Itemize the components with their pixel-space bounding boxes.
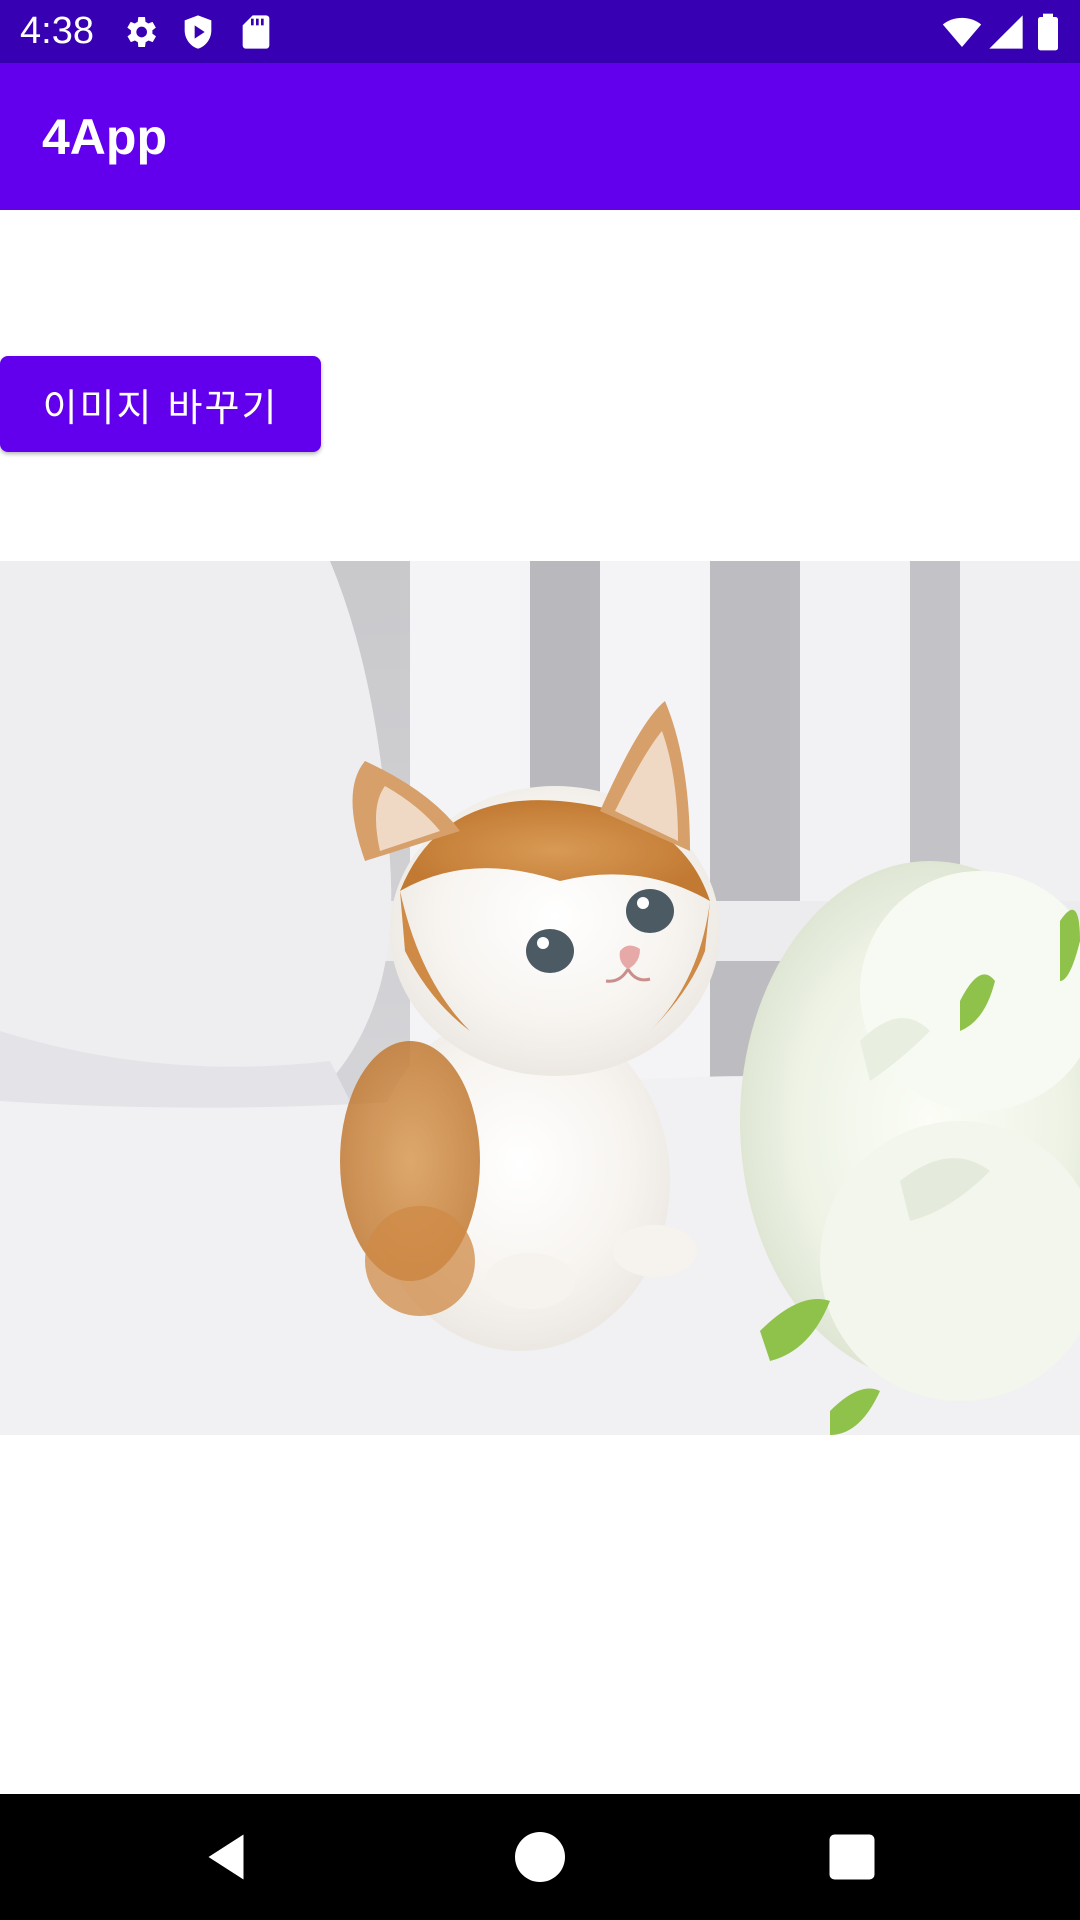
settings-gear-icon	[127, 17, 156, 47]
change-image-button[interactable]: 이미지 바꾸기	[0, 356, 321, 452]
status-time: 4:38	[20, 10, 94, 52]
battery-icon	[1038, 13, 1058, 51]
kitten-photo	[0, 561, 1080, 1435]
cell-signal-icon	[989, 15, 1023, 49]
wifi-icon	[942, 17, 982, 47]
kitten-illustration	[0, 561, 1080, 1435]
recents-icon[interactable]	[822, 1827, 882, 1887]
sd-card-icon	[242, 15, 270, 49]
back-icon[interactable]	[196, 1827, 256, 1887]
app-title: 4App	[42, 109, 167, 165]
home-icon[interactable]	[510, 1827, 570, 1887]
app-bar: 4App	[0, 63, 1080, 210]
status-bar: 4:38	[0, 0, 1080, 63]
main-content: 이미지 바꾸기	[0, 210, 1080, 1794]
navigation-bar	[0, 1794, 1080, 1920]
play-protect-shield-icon	[184, 15, 212, 49]
